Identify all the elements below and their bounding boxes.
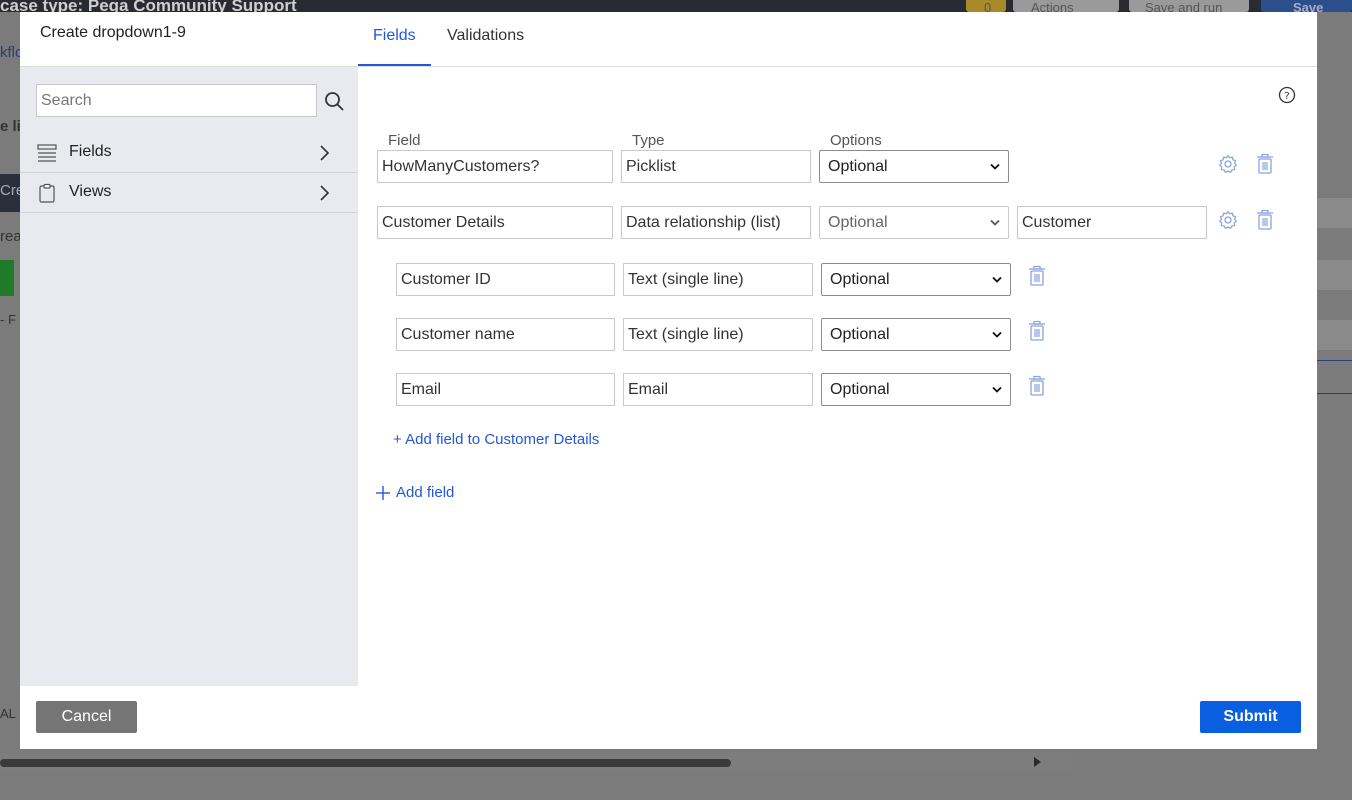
gear-icon[interactable] bbox=[1218, 153, 1238, 175]
chevron-right-icon bbox=[320, 185, 330, 201]
sidebar-item-label: Views bbox=[69, 183, 112, 200]
field-options-select[interactable]: Optional bbox=[819, 206, 1009, 239]
svg-text:?: ? bbox=[1284, 91, 1289, 102]
sidebar: Fields Views bbox=[20, 67, 358, 686]
tab-validations[interactable]: Validations bbox=[447, 12, 524, 66]
background-fragment: rea bbox=[0, 228, 22, 245]
background-strip bbox=[1317, 198, 1352, 228]
chevron-right-icon bbox=[320, 145, 330, 161]
gear-icon[interactable] bbox=[1218, 209, 1238, 231]
sub-field-options-select[interactable]: Optional bbox=[821, 263, 1011, 296]
search-icon[interactable] bbox=[324, 91, 344, 111]
chevron-down-icon bbox=[992, 331, 1002, 338]
chevron-down-icon bbox=[990, 219, 1000, 226]
sub-field-type-input[interactable] bbox=[623, 318, 813, 351]
modal-footer: Cancel Submit bbox=[20, 686, 1317, 749]
sub-field-options-select[interactable]: Optional bbox=[821, 318, 1011, 351]
sidebar-item-views[interactable]: Views bbox=[20, 173, 358, 213]
tab-fields[interactable]: Fields bbox=[358, 12, 431, 66]
sub-field-name-input[interactable] bbox=[396, 318, 615, 351]
background-strip bbox=[1317, 360, 1352, 394]
sub-field-options-select[interactable]: Optional bbox=[821, 373, 1011, 406]
background-strip bbox=[1317, 260, 1352, 290]
trash-icon[interactable] bbox=[1027, 265, 1047, 287]
chevron-down-icon bbox=[992, 386, 1002, 393]
background-fragment: AL bbox=[0, 706, 16, 721]
search-input[interactable] bbox=[36, 84, 317, 117]
select-value: Optional bbox=[828, 157, 888, 175]
sub-field-name-input[interactable] bbox=[396, 373, 615, 406]
modal-header: Create dropdown1-9 bbox=[20, 12, 358, 67]
field-options-select[interactable]: Optional bbox=[819, 150, 1009, 183]
tab-bar: Fields Validations bbox=[358, 12, 1317, 67]
column-header-type: Type bbox=[632, 132, 665, 149]
field-name-input[interactable] bbox=[377, 150, 613, 183]
clipboard-icon bbox=[39, 183, 55, 203]
select-value: Optional bbox=[830, 270, 890, 288]
background-save-and-run-button: Save and run bbox=[1129, 0, 1249, 12]
sidebar-item-label: Fields bbox=[69, 143, 112, 160]
background-save-button: Save bbox=[1261, 0, 1352, 12]
chevron-down-icon bbox=[990, 163, 1000, 170]
trash-icon[interactable] bbox=[1255, 153, 1275, 175]
add-field-link[interactable]: Add field bbox=[375, 484, 454, 501]
modal-title: Create dropdown1-9 bbox=[40, 24, 186, 41]
sub-field-type-input[interactable] bbox=[623, 373, 813, 406]
scrollbar-thumb[interactable] bbox=[0, 759, 731, 767]
column-header-field: Field bbox=[388, 132, 421, 149]
chevron-down-icon bbox=[992, 276, 1002, 283]
field-type-input[interactable] bbox=[621, 206, 811, 239]
select-value: Optional bbox=[828, 213, 888, 231]
trash-icon[interactable] bbox=[1027, 375, 1047, 397]
create-field-modal: Create dropdown1-9 Fields Validations Fi… bbox=[20, 12, 1317, 749]
background-strip bbox=[0, 260, 14, 296]
select-value: Optional bbox=[830, 380, 890, 398]
help-icon[interactable]: ? bbox=[1278, 86, 1296, 104]
add-sub-field-link[interactable]: + Add field to Customer Details bbox=[393, 431, 599, 448]
background-actions-button: Actions bbox=[1013, 0, 1119, 12]
plus-icon bbox=[376, 486, 390, 500]
data-object-input[interactable] bbox=[1017, 206, 1207, 239]
field-type-input[interactable] bbox=[621, 150, 811, 183]
background-horizontal-scrollbar[interactable] bbox=[0, 752, 1072, 772]
sidebar-item-fields[interactable]: Fields bbox=[20, 133, 358, 173]
scroll-right-arrow-icon[interactable] bbox=[1031, 756, 1043, 768]
background-strip bbox=[1317, 320, 1352, 350]
background-fragment: - F bbox=[0, 312, 16, 327]
select-value: Optional bbox=[830, 325, 890, 343]
add-field-label: Add field bbox=[396, 484, 455, 501]
column-header-options: Options bbox=[830, 132, 882, 149]
field-name-input[interactable] bbox=[377, 206, 613, 239]
list-icon bbox=[37, 144, 57, 162]
background-warning-badge: 0 bbox=[966, 0, 1006, 12]
trash-icon[interactable] bbox=[1255, 209, 1275, 231]
submit-button[interactable]: Submit bbox=[1200, 701, 1301, 733]
sub-field-type-input[interactable] bbox=[623, 263, 813, 296]
trash-icon[interactable] bbox=[1027, 320, 1047, 342]
cancel-button[interactable]: Cancel bbox=[36, 701, 137, 733]
sub-field-name-input[interactable] bbox=[396, 263, 615, 296]
